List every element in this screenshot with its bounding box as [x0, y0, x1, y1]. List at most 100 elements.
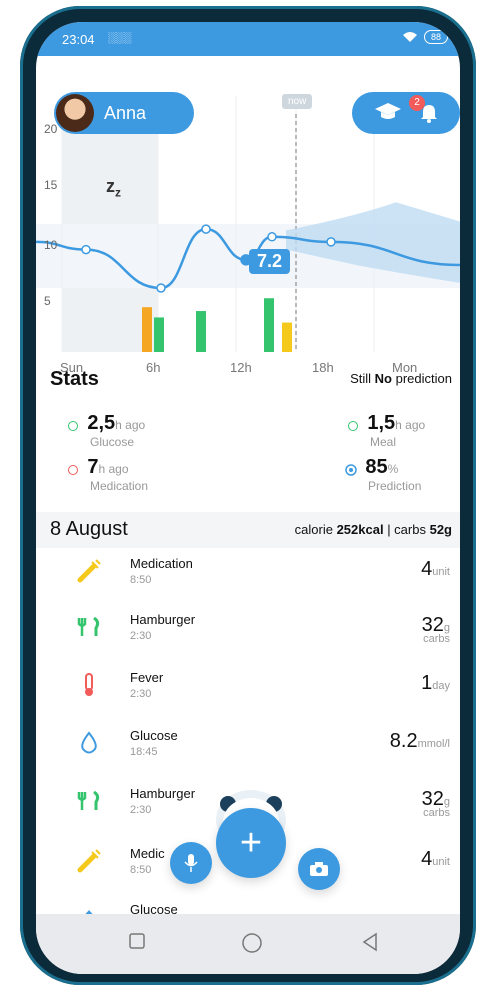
entry-title: Medic — [130, 846, 165, 861]
glucose-point[interactable] — [267, 232, 277, 242]
stat-glucose: 2,5h ago Glucose — [68, 412, 145, 449]
event-bar[interactable] — [142, 307, 152, 352]
android-nav-bar — [36, 914, 460, 974]
microphone-icon — [184, 854, 198, 872]
event-bar[interactable] — [196, 311, 206, 352]
entry-title: Medication — [130, 556, 193, 571]
carbs-label: | carbs — [383, 522, 430, 537]
entry-amount-value: 4 — [421, 558, 433, 580]
entry-amount: 32g carbs — [422, 614, 450, 645]
prediction-stat-unit: % — [387, 462, 399, 476]
stat-meal: 1,5h ago Meal — [348, 412, 425, 449]
entry-title: Hamburger — [130, 612, 196, 627]
calorie-value: 252kcal — [336, 522, 384, 537]
list-item[interactable]: Glucose 18:45 8.2mmol/l — [36, 720, 460, 772]
glucose-stat-value: 2,5 — [87, 412, 116, 434]
glucose-point[interactable] — [201, 224, 211, 234]
plus-icon: + — [239, 821, 263, 864]
entry-time: 8:50 — [130, 574, 152, 586]
glucose-stat-label: Glucose — [90, 435, 135, 449]
entry-time: 18:45 — [130, 746, 158, 758]
stat-medication: 7h ago Medication — [68, 456, 148, 493]
entry-time: 2:30 — [130, 688, 152, 700]
current-glucose-value[interactable]: 7.2 — [249, 249, 291, 274]
date-title: 8 August — [50, 518, 128, 540]
meal-stat-unit: h ago — [395, 418, 426, 432]
prediction-prefix: Still — [350, 371, 375, 386]
notification-badge: 2 — [409, 94, 425, 111]
x-tick-18h: 18h — [312, 360, 334, 375]
add-entry-button[interactable]: + — [216, 808, 286, 878]
camera-icon — [310, 862, 328, 876]
signal-icon: ░░░ — [108, 32, 132, 44]
medication-stat-label: Medication — [90, 479, 149, 493]
x-tick-6h: 6h — [146, 360, 161, 375]
prediction-status: Still No prediction — [350, 371, 452, 386]
entry-unit-secondary: carbs — [423, 633, 450, 645]
wifi-icon — [402, 32, 417, 42]
graduation-cap-icon — [375, 102, 401, 119]
user-profile-button[interactable]: Anna — [54, 92, 194, 134]
medication-dot-icon — [68, 464, 78, 475]
entry-amount-value: 8.2 — [389, 730, 418, 752]
entry-title: Hamburger — [130, 786, 196, 801]
prediction-stat-label: Prediction — [368, 479, 422, 493]
fork-knife-icon — [77, 616, 100, 636]
drop-icon — [81, 731, 97, 754]
status-bar: 23:04 ░░░ 88 — [36, 22, 460, 56]
entry-amount: 4unit — [421, 558, 450, 581]
battery-indicator: 88 — [423, 30, 448, 44]
event-bar[interactable] — [282, 322, 292, 352]
stat-prediction: 85% Prediction — [344, 456, 421, 493]
entry-title: Glucose — [130, 728, 178, 743]
home-circle-icon[interactable] — [241, 932, 263, 954]
entry-time: 2:30 — [130, 804, 152, 816]
entry-unit: unit — [432, 856, 450, 868]
event-bar[interactable] — [154, 317, 164, 352]
syringe-icon — [77, 849, 101, 873]
entry-title: Fever — [130, 670, 164, 685]
y-tick-10: 10 — [44, 238, 58, 252]
camera-button[interactable] — [298, 848, 340, 890]
fork-knife-icon — [77, 790, 100, 810]
entry-unit: mmol/l — [417, 738, 450, 750]
entry-time: 8:50 — [130, 864, 152, 876]
prediction-stat-value: 85 — [365, 456, 388, 478]
list-item[interactable]: Fever 2:30 1day — [36, 662, 460, 714]
syringe-icon — [77, 559, 101, 583]
prediction-suffix: prediction — [392, 371, 452, 386]
y-tick-15: 15 — [44, 178, 58, 192]
glucose-chart[interactable]: zz 20 15 10 5 now 7.2 Sun 6h 12h 18h Mon… — [36, 56, 460, 375]
app-screen: 23:04 ░░░ 88 zz 20 15 10 5 now 7.2 Sun 6… — [36, 22, 460, 974]
avatar — [56, 94, 94, 132]
header-actions: 2 — [352, 92, 460, 134]
glucose-point[interactable] — [156, 283, 166, 293]
event-bar[interactable] — [264, 298, 274, 352]
daily-summary: calorie 252kcal | carbs 52g — [295, 522, 452, 537]
glucose-point[interactable] — [326, 237, 336, 247]
entry-unit: day — [432, 680, 450, 692]
y-tick-5: 5 — [44, 294, 51, 308]
entry-amount: 8.2mmol/l — [390, 730, 450, 753]
date-header: 8 August calorie 252kcal | carbs 52g — [36, 512, 460, 548]
sleep-zz-icon: zz — [106, 176, 121, 200]
list-item[interactable]: Medication 8:50 4unit — [36, 548, 460, 600]
recents-square-icon[interactable] — [128, 932, 146, 950]
entry-amount: 4unit — [421, 848, 450, 871]
education-button[interactable]: 2 — [374, 94, 425, 126]
entry-time: 2:30 — [130, 630, 152, 642]
prediction-bold: No — [374, 371, 393, 386]
entry-amount-value: 4 — [421, 848, 433, 870]
calorie-label: calorie — [294, 522, 337, 537]
status-time: 23:04 — [62, 32, 95, 47]
glucose-point[interactable] — [81, 244, 91, 255]
glucose-dot-icon — [68, 420, 78, 431]
x-tick-12h: 12h — [230, 360, 252, 375]
voice-input-button[interactable] — [170, 842, 212, 884]
back-triangle-icon[interactable] — [360, 932, 380, 952]
list-item[interactable]: Hamburger 2:30 32g carbs — [36, 604, 460, 656]
entry-amount: 32g carbs — [422, 788, 450, 819]
medication-stat-unit: h ago — [98, 462, 129, 476]
entry-unit: unit — [432, 566, 450, 578]
user-name: Anna — [104, 102, 147, 123]
